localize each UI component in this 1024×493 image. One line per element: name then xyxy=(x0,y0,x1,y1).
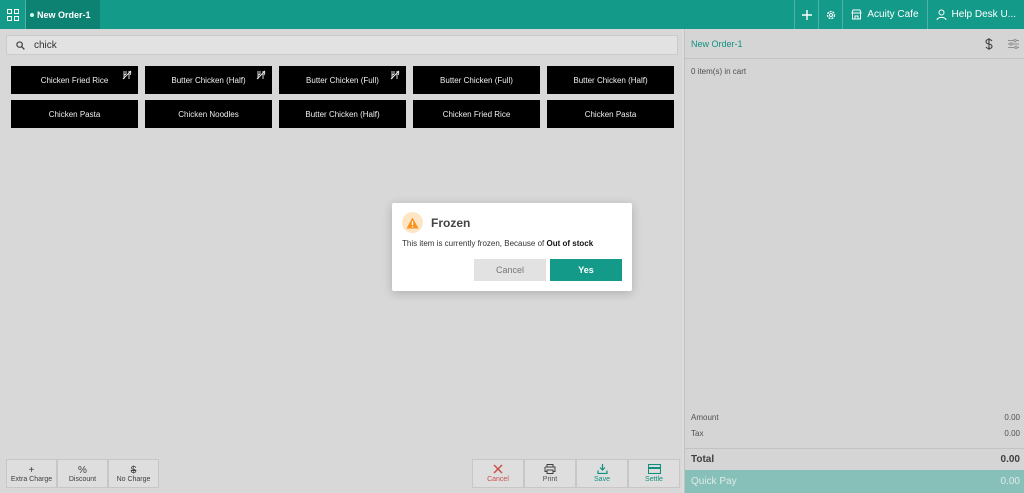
dialog-reason: Out of stock xyxy=(546,239,594,248)
user-menu[interactable]: Help Desk U... xyxy=(926,0,1024,29)
store-selector[interactable]: Acuity Cafe xyxy=(842,0,926,29)
order-tab[interactable]: New Order-1 xyxy=(26,0,100,29)
warning-icon xyxy=(402,212,423,233)
apps-grid-icon xyxy=(6,8,19,21)
order-tab-label: New Order-1 xyxy=(37,9,91,20)
dialog-message: This item is currently frozen, Because o… xyxy=(402,239,593,248)
dialog-title: Frozen xyxy=(431,216,471,230)
user-name: Help Desk U... xyxy=(951,9,1016,20)
yes-button[interactable]: Yes xyxy=(550,259,622,281)
gear-icon xyxy=(826,10,836,19)
frozen-dialog: Frozen This item is currently frozen, Be… xyxy=(392,203,632,291)
active-dot-icon xyxy=(30,12,34,17)
store-name: Acuity Cafe xyxy=(867,9,919,20)
top-bar: New Order-1 Acuity Cafe Help Desk U... xyxy=(0,0,1024,29)
dialog-message-text: This item is currently frozen, Because o… xyxy=(402,239,547,248)
cancel-button[interactable]: Cancel xyxy=(474,259,546,281)
settings-button[interactable] xyxy=(818,0,842,29)
plus-icon xyxy=(801,9,812,20)
apps-grid-button[interactable] xyxy=(0,0,26,29)
user-icon xyxy=(936,9,947,20)
add-order-button[interactable] xyxy=(794,0,818,29)
store-icon xyxy=(851,9,863,20)
